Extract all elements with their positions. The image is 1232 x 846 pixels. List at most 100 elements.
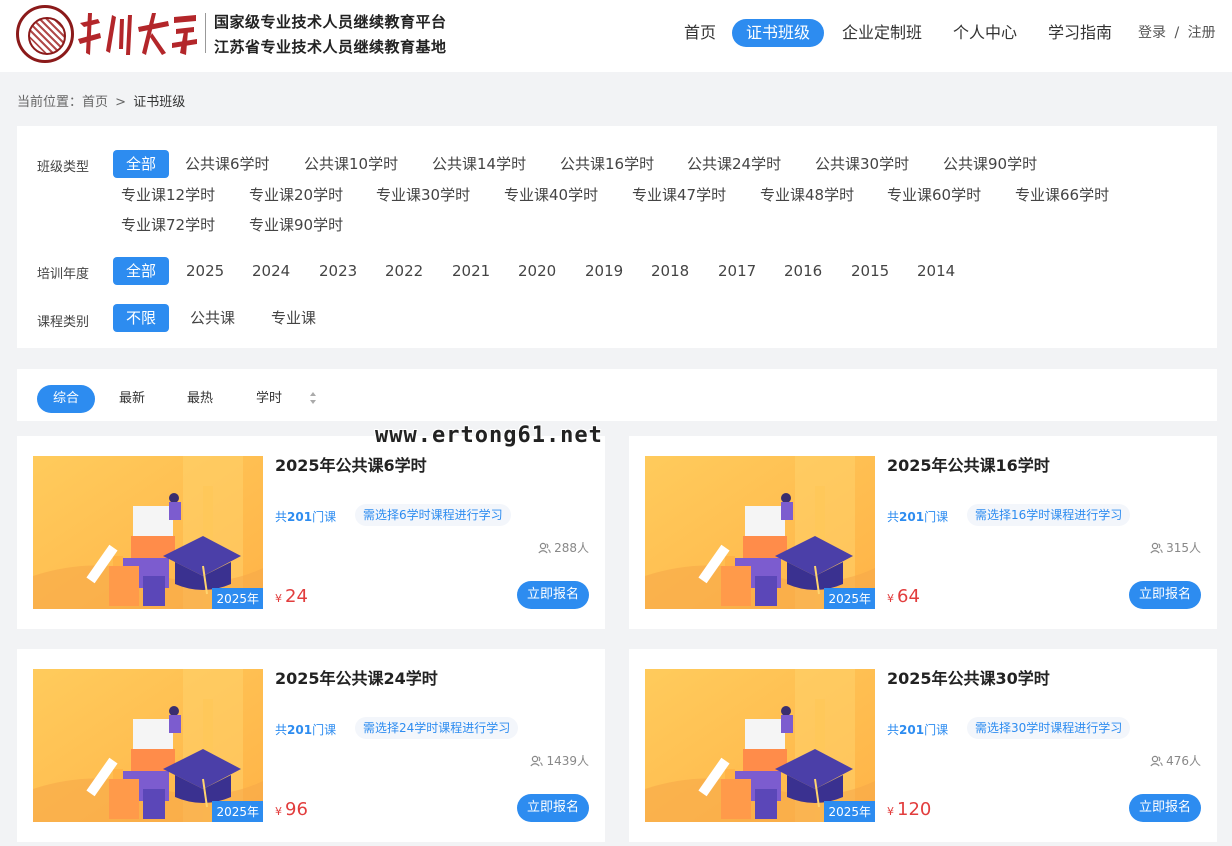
class-type-option[interactable]: 公共课10学时 [304,150,398,178]
class-title[interactable]: 2025年公共课24学时 [275,665,438,689]
platform-title: 国家级专业技术人员继续教育平台 [214,13,447,31]
nav-personal-center[interactable]: 个人中心 [953,19,1017,47]
sort-bar: 综合 最新 最热 学时 [17,369,1217,421]
enrolled-count: 315人 [1150,539,1201,556]
course-count: 共201门课 [275,508,336,525]
year-tag: 2025年 [824,801,875,822]
class-type-option[interactable]: 公共课24学时 [687,150,781,178]
users-icon [538,542,551,554]
enrolled-count: 476人 [1150,752,1201,769]
books-illustration [33,669,263,822]
class-type-option[interactable]: 专业课48学时 [760,181,854,209]
class-type-option[interactable]: 公共课14学时 [432,150,526,178]
nav-home[interactable]: 首页 [684,19,716,47]
class-type-option[interactable]: 专业课12学时 [121,181,215,209]
year-option[interactable]: 2016 [784,257,822,285]
class-type-option[interactable]: 公共课30学时 [815,150,909,178]
class-type-option[interactable]: 专业课30学时 [376,181,470,209]
class-cover-image[interactable]: 2025年 [33,669,263,822]
year-option[interactable]: 2017 [718,257,756,285]
price: ¥64 [887,586,920,607]
nav-certificate-classes[interactable]: 证书班级 [732,19,824,47]
nav-enterprise-classes[interactable]: 企业定制班 [842,19,922,47]
nav-study-guide[interactable]: 学习指南 [1048,19,1112,47]
enrolled-count-text: 1439人 [546,754,589,768]
class-type-option[interactable]: 专业课20学时 [249,181,343,209]
sort-hours[interactable]: 学时 [256,385,282,413]
class-card[interactable]: 2025年 2025年公共课6学时 共201门课 需选择6学时课程进行学习 28… [17,436,605,629]
sort-hottest[interactable]: 最热 [187,385,213,413]
enroll-button[interactable]: 立即报名 [1129,794,1201,822]
breadcrumb-home[interactable]: 首页 [82,95,108,110]
sort-comprehensive[interactable]: 综合 [37,385,95,413]
year-option[interactable]: 2015 [851,257,889,285]
class-card[interactable]: 2025年 2025年公共课30学时 共201门课 需选择30学时课程进行学习 … [629,649,1217,842]
register-link[interactable]: 注册 [1188,25,1216,41]
class-cover-image[interactable]: 2025年 [645,456,875,609]
course-count: 共201门课 [887,721,948,738]
enroll-button[interactable]: 立即报名 [517,794,589,822]
course-count-suffix: 门课 [312,723,337,737]
filter-panel: 班级类型 全部 公共课6学时 公共课10学时 公共课14学时 公共课16学时 公… [17,126,1217,348]
class-title[interactable]: 2025年公共课30学时 [887,665,1050,689]
category-option[interactable]: 公共课 [190,304,235,332]
university-seal-logo[interactable] [16,5,74,63]
enrolled-count-text: 288人 [554,541,589,555]
enrolled-count-text: 315人 [1166,541,1201,555]
class-title[interactable]: 2025年公共课6学时 [275,452,427,476]
login-link[interactable]: 登录 [1138,25,1166,41]
year-option[interactable]: 2014 [917,257,955,285]
university-calligraphy-logo[interactable] [76,9,198,59]
class-type-label: 班级类型 [37,160,90,175]
class-type-option[interactable]: 专业课90学时 [249,211,343,239]
year-option[interactable]: 2025 [186,257,224,285]
course-count-suffix: 门课 [924,723,949,737]
class-card[interactable]: 2025年 2025年公共课16学时 共201门课 需选择16学时课程进行学习 … [629,436,1217,629]
enroll-button[interactable]: 立即报名 [517,581,589,609]
breadcrumb-prefix: 当前位置： [17,95,83,110]
year-label: 培训年度 [37,267,90,282]
year-option[interactable]: 2019 [585,257,623,285]
category-option[interactable]: 不限 [113,304,169,332]
books-illustration [645,669,875,822]
year-option[interactable]: 2023 [319,257,357,285]
class-type-option[interactable]: 公共课16学时 [560,150,654,178]
class-type-option[interactable]: 专业课66学时 [1015,181,1109,209]
year-option[interactable]: 全部 [113,257,169,285]
class-type-option[interactable]: 公共课90学时 [943,150,1037,178]
enrolled-count-text: 476人 [1166,754,1201,768]
category-label: 课程类别 [37,315,90,330]
course-count-number: 201 [899,510,925,524]
class-type-option[interactable]: 全部 [113,150,169,178]
breadcrumb: 当前位置：首页 > 证书班级 [17,91,185,110]
class-type-option[interactable]: 专业课60学时 [887,181,981,209]
class-card[interactable]: 2025年 2025年公共课24学时 共201门课 需选择24学时课程进行学习 … [17,649,605,842]
year-option[interactable]: 2018 [651,257,689,285]
class-title[interactable]: 2025年公共课16学时 [887,452,1050,476]
enroll-button[interactable]: 立即报名 [1129,581,1201,609]
category-option[interactable]: 专业课 [271,304,316,332]
class-type-option[interactable]: 专业课47学时 [632,181,726,209]
sort-newest[interactable]: 最新 [119,385,145,413]
year-option[interactable]: 2022 [385,257,423,285]
class-cover-image[interactable]: 2025年 [33,456,263,609]
price-value: 96 [285,799,308,820]
year-option[interactable]: 2020 [518,257,556,285]
year-option[interactable]: 2024 [252,257,290,285]
class-type-option[interactable]: 专业课40学时 [504,181,598,209]
class-cover-image[interactable]: 2025年 [645,669,875,822]
year-option[interactable]: 2021 [452,257,490,285]
watermark-text: www.ertong61.net [375,423,603,448]
auth-separator: / [1174,25,1180,41]
price: ¥96 [275,799,308,820]
course-count-prefix: 共 [275,510,288,524]
course-count-suffix: 门课 [312,510,337,524]
class-type-option[interactable]: 公共课6学时 [185,150,270,178]
course-count-prefix: 共 [887,510,900,524]
course-count: 共201门课 [887,508,948,525]
users-icon [530,755,544,767]
currency-symbol: ¥ [887,805,894,818]
sort-arrows-icon[interactable] [309,391,317,405]
class-type-option[interactable]: 专业课72学时 [121,211,215,239]
year-tag: 2025年 [824,588,875,609]
